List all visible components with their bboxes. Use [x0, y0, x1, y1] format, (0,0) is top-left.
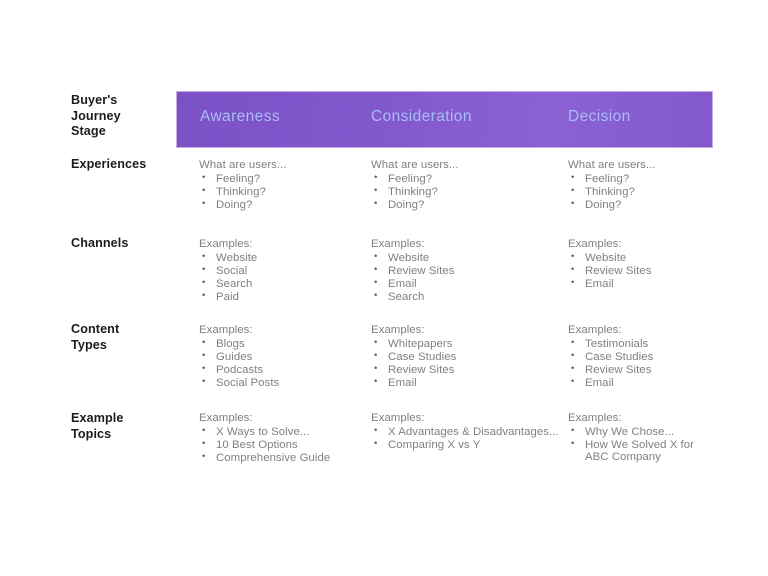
- cell-bullet-item: Social Posts: [199, 376, 367, 390]
- cell-bullet-item: Website: [568, 251, 718, 265]
- cell-bullet-item: Comprehensive Guide: [199, 451, 367, 465]
- cell-bullet-item: Email: [371, 277, 561, 291]
- cell-lead: Examples:: [371, 324, 425, 336]
- cell-content-types-awareness: Examples: BlogsGuidesPodcastsSocial Post…: [199, 324, 367, 390]
- cell-bullet-list: X Advantages & Disadvantages...Comparing…: [371, 425, 561, 452]
- cell-experiences-decision: What are users... Feeling?Thinking?Doing…: [568, 159, 718, 212]
- cell-bullet-item: How We Solved X for ABC Company: [568, 438, 718, 464]
- corner-label-line-3: Stage: [71, 124, 106, 138]
- cell-bullet-item: Feeling?: [199, 172, 367, 186]
- cell-channels-awareness: Examples: WebsiteSocialSearchPaid: [199, 238, 367, 304]
- cell-experiences-awareness: What are users... Feeling?Thinking?Doing…: [199, 159, 367, 212]
- cell-bullet-item: Thinking?: [371, 185, 561, 199]
- cell-lead: Examples:: [199, 324, 253, 336]
- corner-label-line-2: Journey: [71, 108, 121, 123]
- cell-bullet-list: X Ways to Solve...10 Best OptionsCompreh…: [199, 425, 367, 465]
- row-label-example-topics-line-1: Example: [71, 411, 124, 425]
- row-label-channels-line-1: Channels: [71, 236, 129, 250]
- cell-bullet-item: Website: [371, 251, 561, 265]
- cell-bullet-item: Search: [371, 290, 561, 304]
- column-header-decision: Decision: [568, 108, 631, 125]
- cell-bullet-item: Paid: [199, 290, 367, 304]
- cell-bullet-item: Feeling?: [568, 172, 718, 186]
- corner-label-line-1: Buyer's: [71, 93, 118, 107]
- cell-bullet-item: Search: [199, 277, 367, 291]
- cell-bullet-item: Blogs: [199, 337, 367, 351]
- cell-bullet-item: X Ways to Solve...: [199, 425, 367, 439]
- cell-bullet-item: Case Studies: [371, 350, 561, 364]
- cell-bullet-item: Podcasts: [199, 363, 367, 377]
- cell-bullet-item: Why We Chose...: [568, 425, 718, 439]
- cell-bullet-list: WhitepapersCase StudiesReview SitesEmail: [371, 337, 561, 390]
- cell-bullet-list: TestimonialsCase StudiesReview SitesEmai…: [568, 337, 718, 390]
- cell-lead: What are users...: [199, 159, 287, 171]
- cell-example-topics-decision: Examples: Why We Chose...How We Solved X…: [568, 412, 718, 464]
- cell-bullet-item: Guides: [199, 350, 367, 364]
- row-label-example-topics: Example Topics: [71, 411, 179, 442]
- cell-bullet-item: Case Studies: [568, 350, 718, 364]
- cell-lead: Examples:: [199, 238, 253, 250]
- column-header-consideration: Consideration: [371, 108, 472, 125]
- cell-bullet-list: Feeling?Thinking?Doing?: [199, 172, 367, 212]
- cell-bullet-item: Doing?: [199, 198, 367, 212]
- cell-bullet-item: Feeling?: [371, 172, 561, 186]
- cell-bullet-item: Review Sites: [371, 363, 561, 377]
- row-label-content-types: Content Types: [71, 322, 179, 353]
- cell-bullet-list: WebsiteSocialSearchPaid: [199, 251, 367, 304]
- cell-bullet-list: WebsiteReview SitesEmail: [568, 251, 718, 291]
- cell-lead: Examples:: [568, 412, 622, 424]
- cell-example-topics-consideration: Examples: X Advantages & Disadvantages..…: [371, 412, 561, 452]
- cell-lead: What are users...: [371, 159, 459, 171]
- cell-example-topics-awareness: Examples: X Ways to Solve...10 Best Opti…: [199, 412, 367, 465]
- cell-bullet-item: 10 Best Options: [199, 438, 367, 452]
- cell-bullet-item: Review Sites: [568, 264, 718, 278]
- row-label-content-types-line-1: Content: [71, 322, 120, 336]
- cell-bullet-item: Website: [199, 251, 367, 265]
- cell-content-types-consideration: Examples: WhitepapersCase StudiesReview …: [371, 324, 561, 390]
- slide-canvas: Buyer's Journey Stage Awareness Consider…: [0, 0, 768, 576]
- cell-bullet-item: Thinking?: [568, 185, 718, 199]
- cell-bullet-item: Testimonials: [568, 337, 718, 351]
- cell-bullet-item: Review Sites: [371, 264, 561, 278]
- cell-bullet-item: Email: [371, 376, 561, 390]
- cell-bullet-item: Whitepapers: [371, 337, 561, 351]
- cell-content-types-decision: Examples: TestimonialsCase StudiesReview…: [568, 324, 718, 390]
- cell-channels-decision: Examples: WebsiteReview SitesEmail: [568, 238, 718, 291]
- row-label-channels: Channels: [71, 236, 179, 252]
- cell-bullet-list: Why We Chose...How We Solved X for ABC C…: [568, 425, 718, 464]
- cell-experiences-consideration: What are users... Feeling?Thinking?Doing…: [371, 159, 561, 212]
- row-label-experiences-line-1: Experiences: [71, 157, 147, 171]
- cell-lead: Examples:: [371, 412, 425, 424]
- cell-bullet-item: Email: [568, 277, 718, 291]
- row-label-experiences: Experiences: [71, 157, 179, 173]
- cell-channels-consideration: Examples: WebsiteReview SitesEmailSearch: [371, 238, 561, 304]
- cell-bullet-item: Social: [199, 264, 367, 278]
- cell-bullet-list: Feeling?Thinking?Doing?: [568, 172, 718, 212]
- cell-lead: What are users...: [568, 159, 656, 171]
- cell-bullet-item: Doing?: [371, 198, 561, 212]
- column-header-awareness: Awareness: [200, 108, 280, 125]
- row-label-content-types-line-2: Types: [71, 337, 107, 352]
- cell-bullet-item: Review Sites: [568, 363, 718, 377]
- cell-lead: Examples:: [199, 412, 253, 424]
- cell-bullet-list: BlogsGuidesPodcastsSocial Posts: [199, 337, 367, 390]
- cell-bullet-item: Email: [568, 376, 718, 390]
- cell-bullet-item: Thinking?: [199, 185, 367, 199]
- cell-bullet-item: X Advantages & Disadvantages...: [371, 425, 561, 439]
- cell-bullet-item: Comparing X vs Y: [371, 438, 561, 452]
- corner-label-buyers-journey-stage: Buyer's Journey Stage: [71, 93, 179, 140]
- cell-bullet-list: Feeling?Thinking?Doing?: [371, 172, 561, 212]
- row-label-example-topics-line-2: Topics: [71, 426, 112, 441]
- cell-lead: Examples:: [568, 238, 622, 250]
- cell-bullet-item: Doing?: [568, 198, 718, 212]
- cell-lead: Examples:: [371, 238, 425, 250]
- cell-lead: Examples:: [568, 324, 622, 336]
- cell-bullet-list: WebsiteReview SitesEmailSearch: [371, 251, 561, 304]
